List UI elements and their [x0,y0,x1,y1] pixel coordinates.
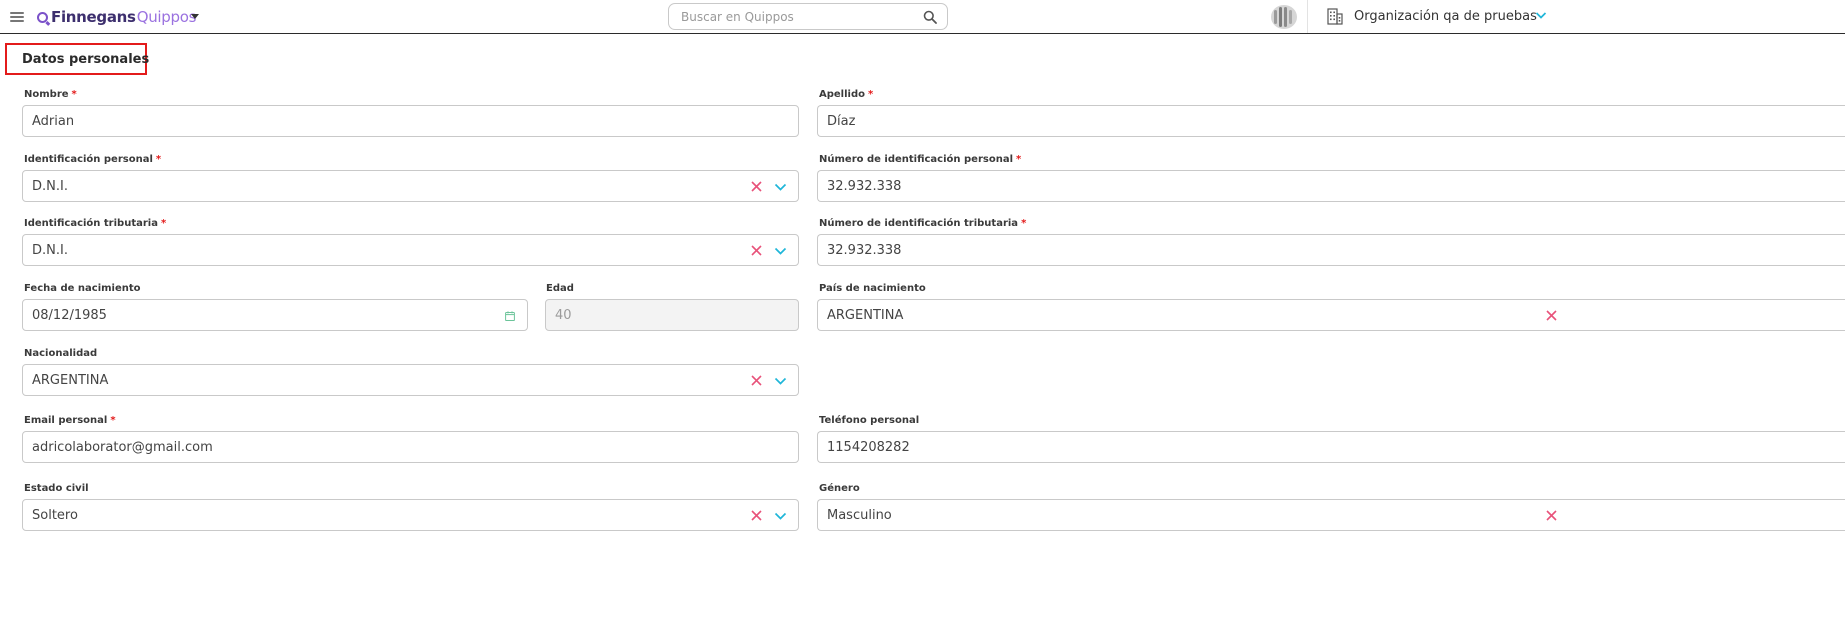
identificacion-personal-label: Identificación personal * [24,154,162,165]
numero-identificacion-tributaria-field[interactable]: 32.932.338 [817,234,1845,266]
global-search[interactable] [668,3,948,30]
nombre-field[interactable]: Adrian [22,105,799,137]
fecha-nacimiento-value: 08/12/1985 [32,308,107,323]
email-personal-field[interactable]: adricolaborator@gmail.com [22,431,799,463]
identificacion-tributaria-label: Identificación tributaria * [24,218,167,229]
nacionalidad-label: Nacionalidad [24,348,98,359]
edad-value: 40 [555,308,572,323]
telefono-personal-label: Teléfono personal [819,415,920,426]
user-avatar-icon[interactable] [1270,4,1298,30]
email-personal-value: adricolaborator@gmail.com [32,440,213,455]
email-personal-label: Email personal * [24,415,116,426]
apellido-field[interactable]: Díaz [817,105,1845,137]
estado-civil-select[interactable]: Soltero [22,499,799,531]
section-title: Datos personales [22,52,150,67]
brand-logo[interactable]: Finnegans Quippos [37,8,196,26]
hamburger-menu-icon[interactable] [10,12,24,22]
close-icon[interactable] [751,510,762,521]
identificacion-personal-select[interactable]: D.N.I. [22,170,799,202]
nombre-label: Nombre * [24,89,77,100]
numero-identificacion-tributaria-label: Número de identificación tributaria * [819,218,1027,229]
search-icon[interactable] [923,10,937,24]
numero-identificacion-personal-value: 32.932.338 [827,179,902,194]
estado-civil-label: Estado civil [24,483,89,494]
genero-value: Masculino [827,508,892,523]
top-bar: Finnegans Quippos Organización [0,0,1845,34]
identificacion-tributaria-value: D.N.I. [32,243,68,258]
search-input[interactable] [681,8,911,25]
logo-q-icon [37,11,48,23]
telefono-personal-field[interactable]: 1154208282 [817,431,1845,463]
edad-field: 40 [545,299,799,331]
chevron-down-icon[interactable] [774,377,787,386]
organization-selector[interactable]: Organización qa de pruebas [1308,0,1558,33]
nacionalidad-select[interactable]: ARGENTINA [22,364,799,396]
nacionalidad-value: ARGENTINA [32,373,109,388]
fecha-nacimiento-label: Fecha de nacimiento [24,283,141,294]
close-icon[interactable] [1546,510,1557,521]
organization-name: Organización qa de pruebas [1354,9,1537,24]
brand-secondary: Quippos [136,8,197,26]
identificacion-personal-value: D.N.I. [32,179,68,194]
brand-primary: Finnegans [51,8,136,26]
chevron-down-icon[interactable] [774,512,787,521]
fecha-nacimiento-field[interactable]: 08/12/1985 [22,299,528,331]
chevron-down-icon[interactable] [774,247,787,256]
chevron-down-icon[interactable] [1535,10,1547,20]
app-switcher-caret-icon[interactable] [191,14,199,19]
pais-nacimiento-select[interactable]: ARGENTINA [817,299,1845,331]
numero-identificacion-tributaria-value: 32.932.338 [827,243,902,258]
identificacion-tributaria-select[interactable]: D.N.I. [22,234,799,266]
genero-select[interactable]: Masculino [817,499,1845,531]
close-icon[interactable] [751,181,762,192]
telefono-personal-value: 1154208282 [827,440,910,455]
edad-label: Edad [546,283,574,294]
apellido-value: Díaz [827,114,856,129]
close-icon[interactable] [751,245,762,256]
pais-nacimiento-value: ARGENTINA [827,308,904,323]
close-icon[interactable] [1546,310,1557,321]
calendar-icon[interactable] [505,311,515,321]
nombre-value: Adrian [32,114,75,129]
numero-identificacion-personal-label: Número de identificación personal * [819,154,1022,165]
close-icon[interactable] [751,375,762,386]
estado-civil-value: Soltero [32,508,78,523]
pais-nacimiento-label: País de nacimiento [819,283,926,294]
apellido-label: Apellido * [819,89,874,100]
numero-identificacion-personal-field[interactable]: 32.932.338 [817,170,1845,202]
chevron-down-icon[interactable] [774,183,787,192]
building-icon [1327,8,1343,25]
genero-label: Género [819,483,860,494]
